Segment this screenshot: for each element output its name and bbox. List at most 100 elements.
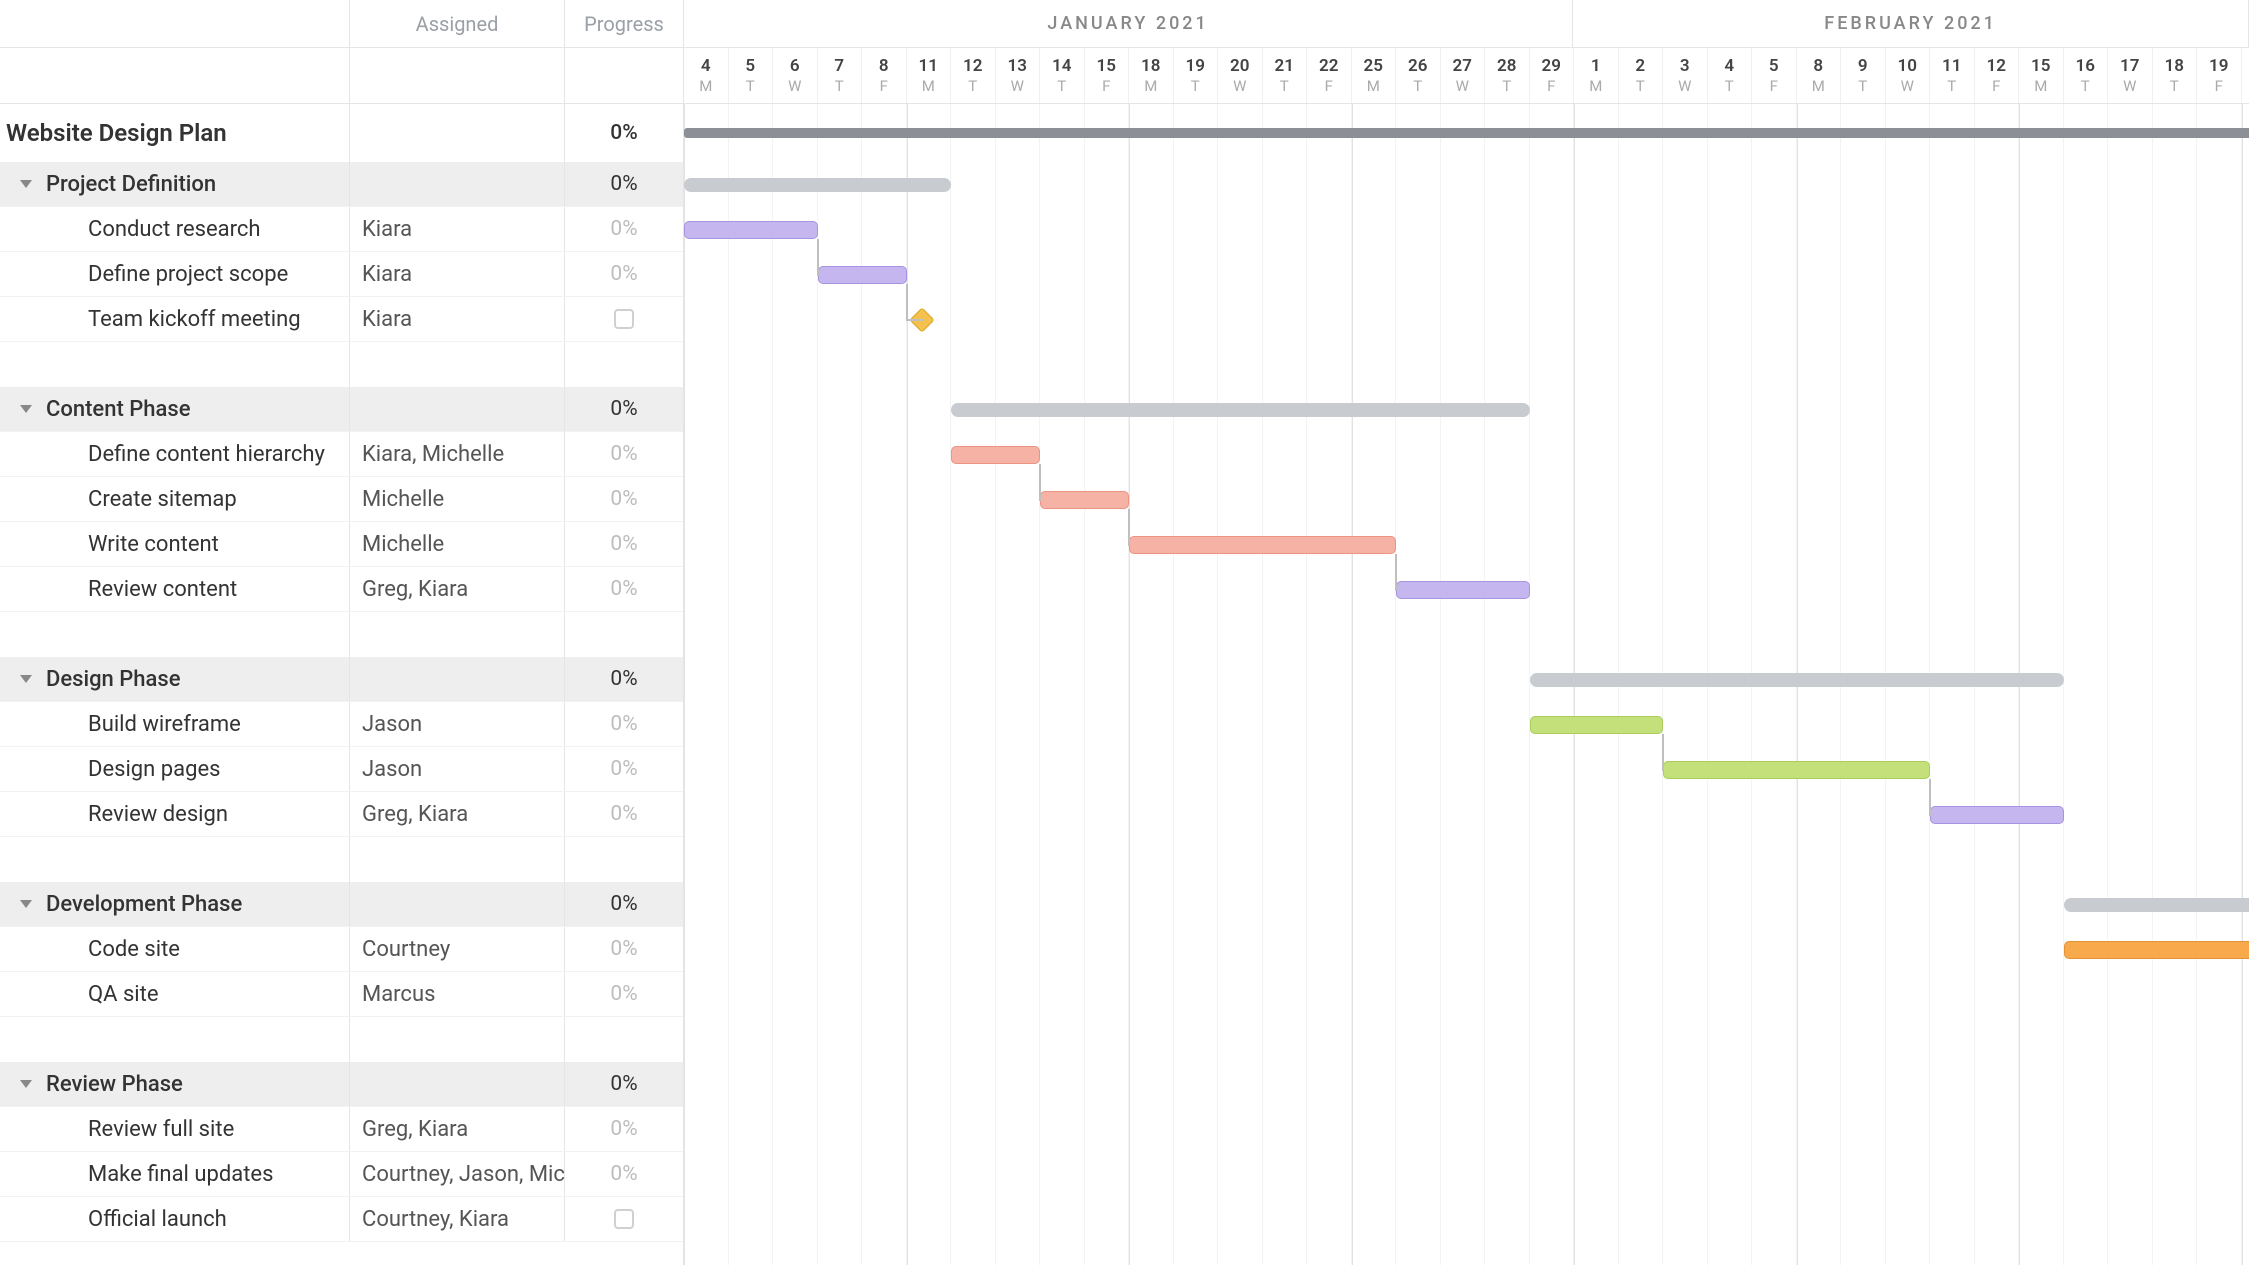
day-cell[interactable]: 9T: [1841, 48, 1886, 103]
task-progress: 0%: [610, 442, 637, 466]
day-cell[interactable]: 12T: [951, 48, 996, 103]
group-row[interactable]: Project Definition0%: [0, 162, 683, 207]
task-bar[interactable]: [951, 446, 1040, 464]
day-cell[interactable]: 26T: [1396, 48, 1441, 103]
day-cell[interactable]: 18T: [2153, 48, 2198, 103]
group-row[interactable]: Review Phase0%: [0, 1062, 683, 1107]
task-bar[interactable]: [1663, 761, 1930, 779]
milestone-checkbox[interactable]: [614, 309, 634, 329]
task-bar[interactable]: [1930, 806, 2064, 824]
day-number: 17: [2120, 56, 2139, 76]
task-row[interactable]: Review full siteGreg, Kiara0%: [0, 1107, 683, 1152]
task-assigned: Kiara: [362, 262, 412, 287]
task-bar[interactable]: [818, 266, 907, 284]
task-row[interactable]: QA siteMarcus0%: [0, 972, 683, 1017]
task-bar[interactable]: [684, 221, 818, 239]
task-name: Official launch: [88, 1207, 227, 1232]
day-cell[interactable]: 4T: [1708, 48, 1753, 103]
day-cell[interactable]: 8F: [862, 48, 907, 103]
day-cell[interactable]: 11T: [1930, 48, 1975, 103]
day-cell[interactable]: 3W: [1663, 48, 1708, 103]
task-row[interactable]: Review designGreg, Kiara0%: [0, 792, 683, 837]
day-number: 11: [1942, 56, 1961, 76]
milestone-checkbox[interactable]: [614, 1209, 634, 1229]
day-cell[interactable]: 27W: [1441, 48, 1486, 103]
day-cell[interactable]: 12F: [1975, 48, 2020, 103]
task-row[interactable]: Official launchCourtney, Kiara: [0, 1197, 683, 1242]
group-row[interactable]: Content Phase0%: [0, 387, 683, 432]
summary-bar[interactable]: [684, 178, 951, 192]
task-row[interactable]: Write contentMichelle0%: [0, 522, 683, 567]
task-bar[interactable]: [1396, 581, 1530, 599]
day-cell[interactable]: 15M: [2019, 48, 2064, 103]
task-progress: 0%: [610, 757, 637, 781]
day-cell[interactable]: 11M: [907, 48, 952, 103]
summary-bar[interactable]: [1530, 673, 2064, 687]
day-cell[interactable]: 2T: [1619, 48, 1664, 103]
task-row[interactable]: Conduct researchKiara0%: [0, 207, 683, 252]
timeline[interactable]: JANUARY 2021FEBRUARY 2021 4M5T6W7T8F11M1…: [684, 0, 2249, 1265]
day-cell[interactable]: 20W: [1218, 48, 1263, 103]
task-bar[interactable]: [2064, 941, 2249, 959]
day-cell[interactable]: 16T: [2064, 48, 2109, 103]
day-cell[interactable]: 13W: [996, 48, 1041, 103]
day-cell[interactable]: 7T: [818, 48, 863, 103]
day-cell[interactable]: 15F: [1085, 48, 1130, 103]
caret-down-icon[interactable]: [20, 180, 32, 188]
day-cell[interactable]: 5T: [729, 48, 774, 103]
day-cell[interactable]: 4M: [684, 48, 729, 103]
day-number: 7: [834, 56, 844, 76]
task-progress: 0%: [610, 937, 637, 961]
day-cell[interactable]: 6W: [773, 48, 818, 103]
day-number: 16: [2076, 56, 2095, 76]
task-row[interactable]: Define project scopeKiara0%: [0, 252, 683, 297]
day-cell[interactable]: 18M: [1129, 48, 1174, 103]
day-cell[interactable]: 22F: [1307, 48, 1352, 103]
summary-bar[interactable]: [684, 128, 2249, 138]
day-cell[interactable]: 14T: [1040, 48, 1085, 103]
caret-down-icon[interactable]: [20, 405, 32, 413]
day-cell[interactable]: 10W: [1886, 48, 1931, 103]
day-name: T: [968, 77, 977, 95]
group-row[interactable]: Design Phase0%: [0, 657, 683, 702]
column-header-assigned[interactable]: Assigned: [350, 0, 565, 47]
day-name: M: [922, 77, 935, 95]
day-cell[interactable]: 19F: [2197, 48, 2242, 103]
day-cell[interactable]: 1M: [1574, 48, 1619, 103]
day-cell[interactable]: 19T: [1174, 48, 1219, 103]
task-bar[interactable]: [1129, 536, 1396, 554]
dependency-link: [1128, 544, 1130, 546]
day-cell[interactable]: 25M: [1352, 48, 1397, 103]
task-row[interactable]: Review contentGreg, Kiara0%: [0, 567, 683, 612]
month-label: JANUARY 2021: [684, 0, 1573, 47]
caret-down-icon[interactable]: [20, 900, 32, 908]
task-row[interactable]: Create sitemapMichelle0%: [0, 477, 683, 522]
caret-down-icon[interactable]: [20, 675, 32, 683]
summary-bar[interactable]: [951, 403, 1530, 417]
task-row[interactable]: Design pagesJason0%: [0, 747, 683, 792]
dependency-link: [1395, 589, 1397, 591]
day-name: M: [2034, 77, 2047, 95]
project-title-row[interactable]: Website Design Plan0%: [0, 104, 683, 162]
task-bar[interactable]: [1530, 716, 1664, 734]
task-row[interactable]: Make final updatesCourtney, Jason, Miche…: [0, 1152, 683, 1197]
caret-down-icon[interactable]: [20, 1080, 32, 1088]
task-bar[interactable]: [1040, 491, 1129, 509]
day-cell[interactable]: 29F: [1530, 48, 1575, 103]
day-name: T: [1057, 77, 1066, 95]
day-number: 13: [1008, 56, 1027, 76]
day-cell[interactable]: 8M: [1797, 48, 1842, 103]
summary-bar[interactable]: [2064, 898, 2249, 912]
task-row[interactable]: Team kickoff meetingKiara: [0, 297, 683, 342]
day-cell[interactable]: 5F: [1752, 48, 1797, 103]
dependency-link: [1662, 734, 1664, 770]
group-row[interactable]: Development Phase0%: [0, 882, 683, 927]
day-cell[interactable]: M: [2242, 48, 2249, 103]
day-cell[interactable]: 28T: [1485, 48, 1530, 103]
day-cell[interactable]: 17W: [2108, 48, 2153, 103]
day-cell[interactable]: 21T: [1263, 48, 1308, 103]
task-row[interactable]: Code siteCourtney0%: [0, 927, 683, 972]
column-header-progress[interactable]: Progress: [565, 0, 683, 47]
task-row[interactable]: Build wireframeJason0%: [0, 702, 683, 747]
task-row[interactable]: Define content hierarchyKiara, Michelle0…: [0, 432, 683, 477]
